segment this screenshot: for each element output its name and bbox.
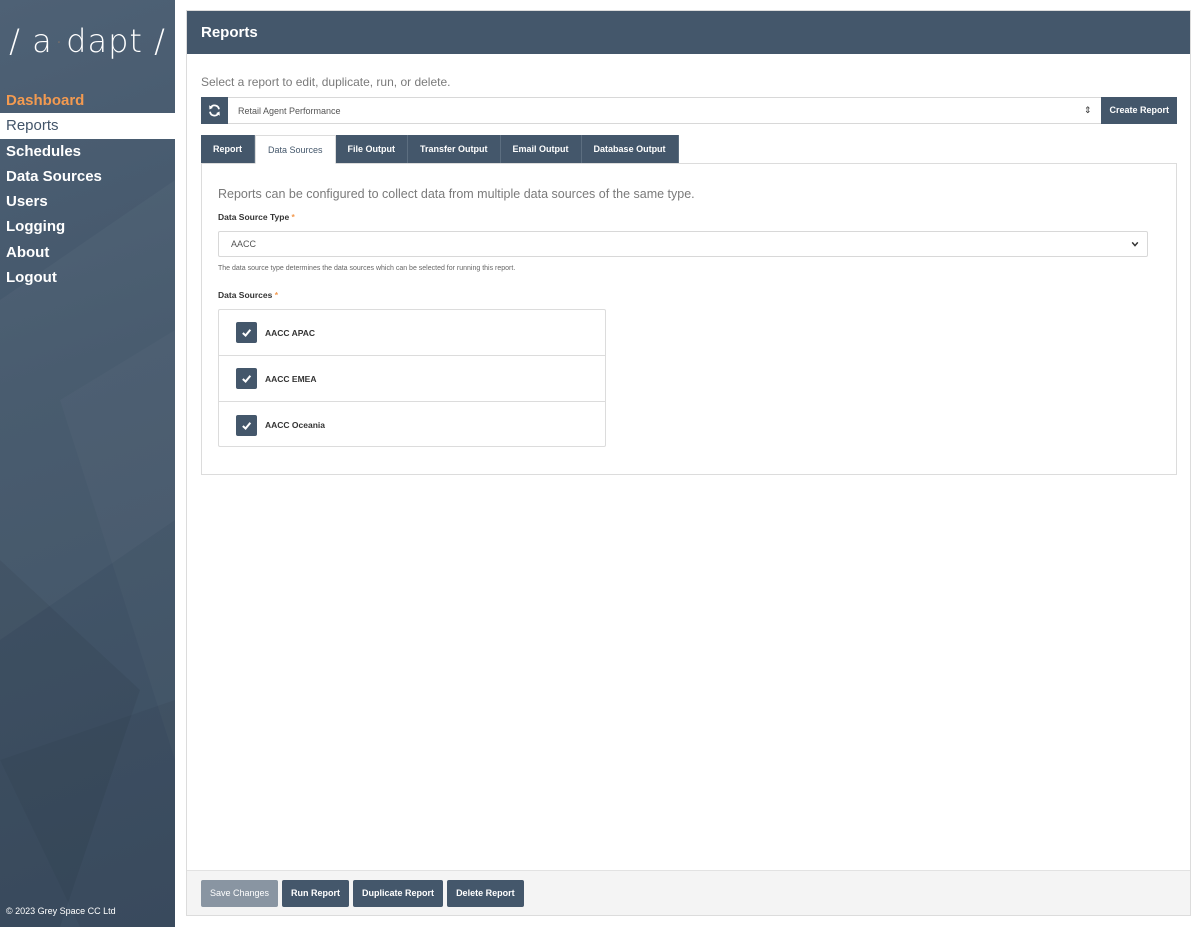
data-source-type-value: AACC (231, 239, 257, 249)
logo-dot: · (56, 35, 63, 51)
save-changes-button[interactable]: Save Changes (201, 879, 279, 907)
sidebar-item-reports[interactable]: Reports (0, 113, 175, 139)
tab-email-output[interactable]: Email Output (500, 135, 582, 164)
data-source-type-label-text: Data Source Type (218, 212, 290, 222)
data-source-type-help: The data source type determines the data… (218, 265, 516, 272)
app-logo[interactable]: / a · dapt / (0, 22, 175, 60)
data-sources-intro: Reports can be configured to collect dat… (218, 187, 695, 201)
data-sources-list: AACC APAC AACC EMEA AACC Oceania (218, 309, 606, 447)
report-tabs: Report Data Sources File Output Transfer… (201, 135, 679, 164)
tab-report[interactable]: Report (201, 135, 255, 164)
data-sources-tab-content: Reports can be configured to collect dat… (201, 163, 1177, 475)
sidebar-item-data-sources[interactable]: Data Sources (0, 164, 175, 189)
tab-data-sources[interactable]: Data Sources (255, 135, 336, 164)
action-footer: Save Changes Run Report Duplicate Report… (187, 870, 1190, 915)
tab-transfer-output[interactable]: Transfer Output (408, 135, 501, 164)
list-item[interactable]: AACC Oceania (219, 402, 605, 448)
refresh-button[interactable] (201, 96, 228, 124)
required-marker: * (274, 290, 279, 300)
refresh-icon (209, 104, 220, 116)
checkbox[interactable] (236, 414, 257, 436)
duplicate-report-button[interactable]: Duplicate Report (353, 879, 444, 907)
logo-right: dapt / (66, 22, 166, 60)
logo-left: / a (9, 22, 53, 60)
check-icon (242, 329, 252, 337)
data-source-label: AACC EMEA (265, 373, 317, 384)
data-source-label: AACC Oceania (265, 420, 325, 430)
page-title: Reports (187, 11, 1190, 54)
sidebar-nav: Dashboard Reports Schedules Data Sources… (0, 88, 175, 290)
data-source-type-select[interactable]: AACC (218, 231, 1148, 257)
tab-database-output[interactable]: Database Output (581, 135, 679, 164)
sidebar-item-logging[interactable]: Logging (0, 214, 175, 239)
check-icon (242, 375, 252, 383)
create-report-button[interactable]: Create Report (1101, 96, 1177, 124)
data-source-label: AACC APAC (265, 327, 316, 338)
report-selector-row: Retail Agent Performance ⇕ Create Report (201, 96, 1177, 124)
intro-text: Select a report to edit, duplicate, run,… (201, 75, 451, 89)
checkbox[interactable] (236, 368, 257, 389)
check-icon (242, 421, 252, 430)
select-arrows-icon: ⇕ (1083, 105, 1092, 115)
required-marker: * (291, 212, 295, 222)
sidebar: / a · dapt / Dashboard Reports Schedules D… (0, 0, 175, 927)
sidebar-item-dashboard[interactable]: Dashboard (0, 88, 175, 113)
run-report-button[interactable]: Run Report (282, 879, 350, 907)
data-source-type-label: Data Source Type * (218, 212, 295, 222)
list-item[interactable]: AACC APAC (219, 310, 605, 356)
report-select[interactable]: Retail Agent Performance (238, 106, 1084, 116)
copyright-text: © 2023 Grey Space CC Ltd (6, 906, 116, 916)
sidebar-item-logout[interactable]: Logout (0, 265, 175, 290)
tab-file-output[interactable]: File Output (335, 135, 409, 164)
sidebar-item-schedules[interactable]: Schedules (0, 139, 175, 164)
checkbox[interactable] (236, 322, 257, 343)
sidebar-item-about[interactable]: About (0, 240, 175, 265)
list-item[interactable]: AACC EMEA (219, 356, 605, 402)
data-sources-label-text: Data Sources (218, 290, 273, 300)
sidebar-item-users[interactable]: Users (0, 189, 175, 214)
delete-report-button[interactable]: Delete Report (447, 879, 524, 907)
data-sources-label: Data Sources * (218, 290, 278, 300)
chevron-down-icon (1131, 241, 1139, 247)
reports-panel: Reports Select a report to edit, duplica… (186, 10, 1191, 916)
